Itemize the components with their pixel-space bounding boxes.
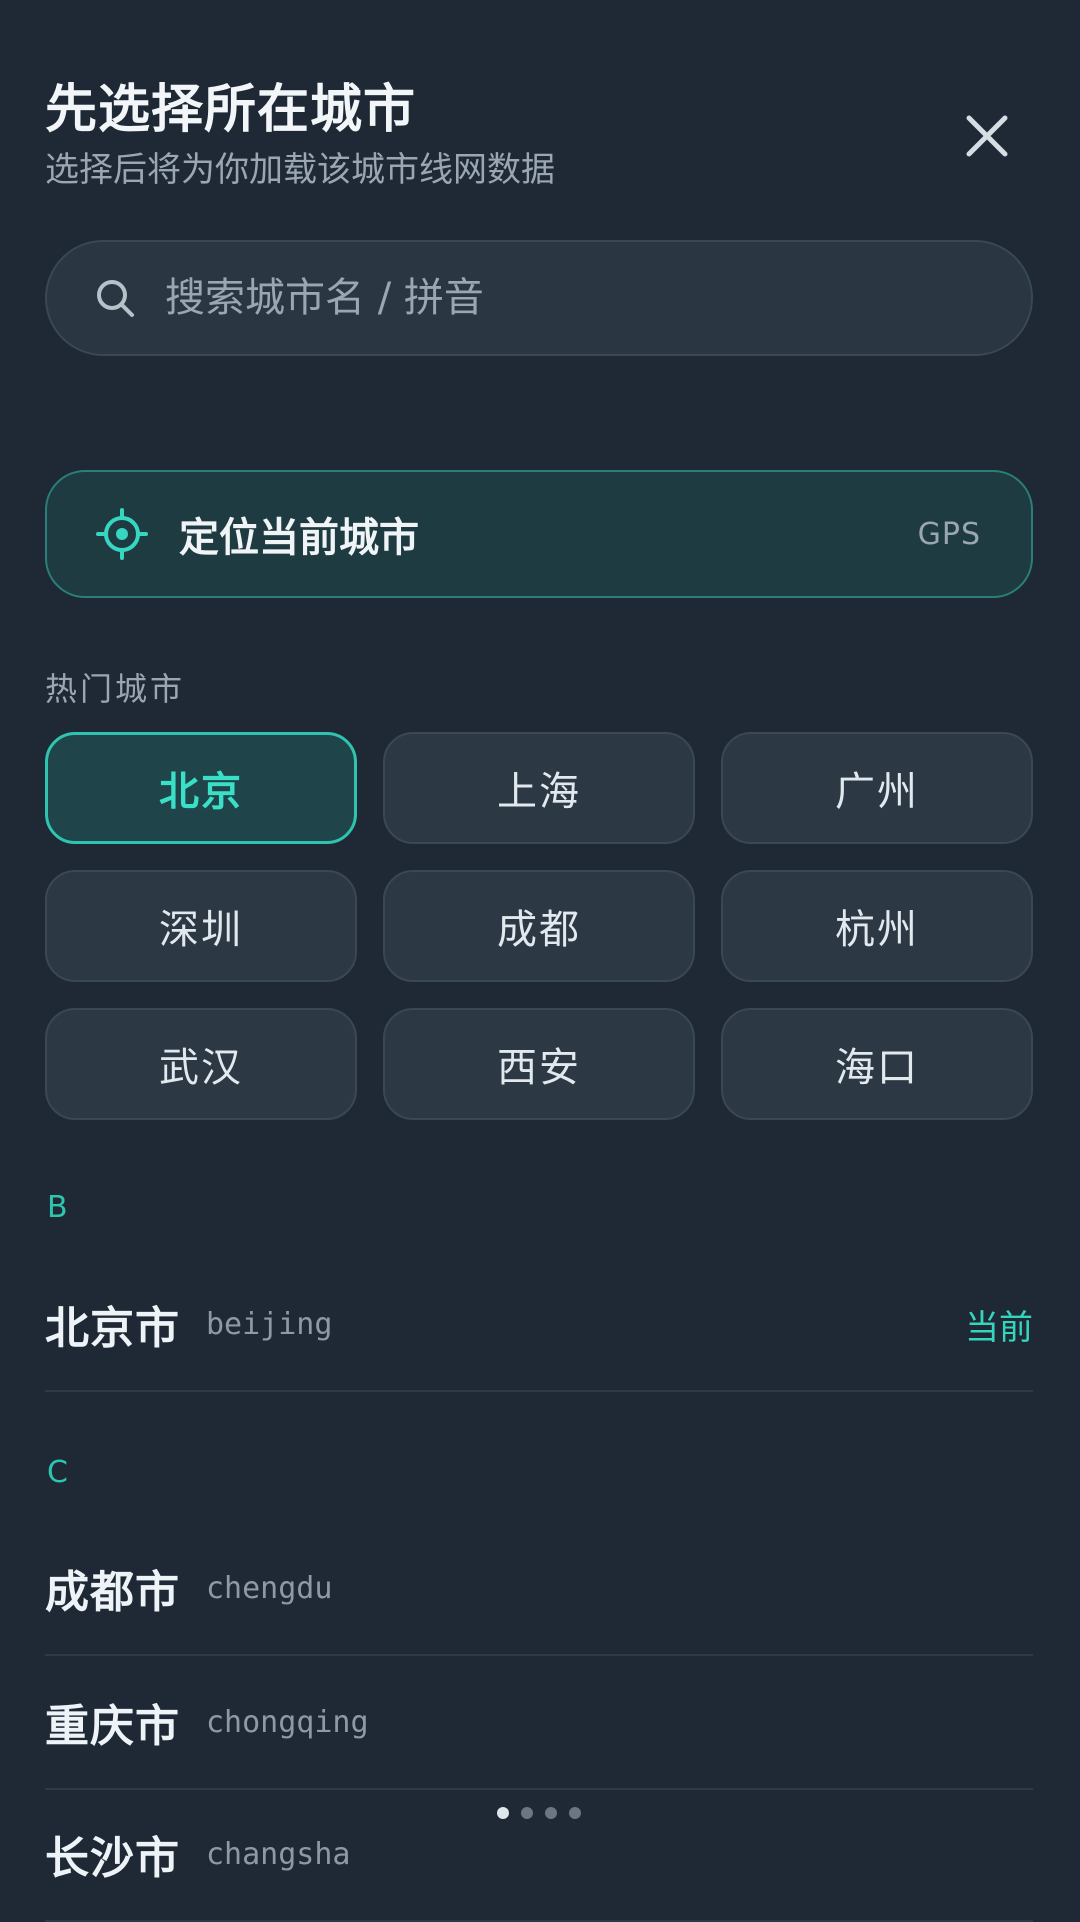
header: 先选择所在城市 选择后将为你加载该城市线网数据 bbox=[45, 78, 1035, 208]
search-bar[interactable] bbox=[45, 240, 1033, 356]
city-name: 重庆市 bbox=[45, 1701, 180, 1752]
hot-city-button-shenzhen[interactable]: 深圳 bbox=[45, 870, 357, 982]
city-pinyin: beijing bbox=[206, 1306, 333, 1342]
city-pinyin: chengdu bbox=[206, 1570, 333, 1606]
locate-label: 定位当前城市 bbox=[179, 515, 419, 561]
section-letter-c: C bbox=[47, 1455, 68, 1490]
hot-city-button-shanghai[interactable]: 上海 bbox=[383, 732, 695, 844]
hot-city-button-hangzhou[interactable]: 杭州 bbox=[721, 870, 1033, 982]
close-icon[interactable] bbox=[959, 108, 1015, 164]
hot-city-button-chengdu[interactable]: 成都 bbox=[383, 870, 695, 982]
city-row-beijing[interactable]: 北京市 beijing 当前 bbox=[45, 1258, 1033, 1392]
city-row-chongqing[interactable]: 重庆市 chongqing bbox=[45, 1656, 1033, 1790]
hot-cities-grid: 北京 上海 广州 深圳 成都 杭州 武汉 西安 海口 bbox=[45, 732, 1033, 1120]
search-input[interactable] bbox=[163, 274, 1031, 322]
page-dot-4[interactable] bbox=[569, 1807, 581, 1819]
hot-city-button-wuhan[interactable]: 武汉 bbox=[45, 1008, 357, 1120]
city-name: 成都市 bbox=[45, 1567, 180, 1618]
hot-city-button-haikou[interactable]: 海口 bbox=[721, 1008, 1033, 1120]
section-letter-b: B bbox=[47, 1190, 68, 1225]
hot-cities-title: 热门城市 bbox=[45, 670, 186, 708]
city-pinyin: changsha bbox=[206, 1836, 351, 1872]
city-name: 长沙市 bbox=[45, 1833, 180, 1884]
page-dot-3[interactable] bbox=[545, 1807, 557, 1819]
gps-badge: GPS bbox=[917, 516, 981, 552]
current-city-tag: 当前 bbox=[965, 1307, 1033, 1348]
locate-current-city-button[interactable]: 定位当前城市 GPS bbox=[45, 470, 1033, 598]
search-icon bbox=[97, 280, 134, 317]
city-pinyin: chongqing bbox=[206, 1704, 369, 1740]
city-row-chengdu[interactable]: 成都市 chengdu bbox=[45, 1522, 1033, 1656]
page-dot-1[interactable] bbox=[497, 1807, 509, 1819]
hot-city-button-beijing[interactable]: 北京 bbox=[45, 732, 357, 844]
hot-city-button-guangzhou[interactable]: 广州 bbox=[721, 732, 1033, 844]
page-subtitle: 选择后将为你加载该城市线网数据 bbox=[45, 150, 555, 190]
crosshair-icon bbox=[96, 508, 148, 560]
page-title: 先选择所在城市 bbox=[45, 80, 417, 140]
city-name: 北京市 bbox=[45, 1303, 180, 1354]
hot-city-button-xian[interactable]: 西安 bbox=[383, 1008, 695, 1120]
page-dot-2[interactable] bbox=[521, 1807, 533, 1819]
page-indicator bbox=[497, 1807, 581, 1819]
